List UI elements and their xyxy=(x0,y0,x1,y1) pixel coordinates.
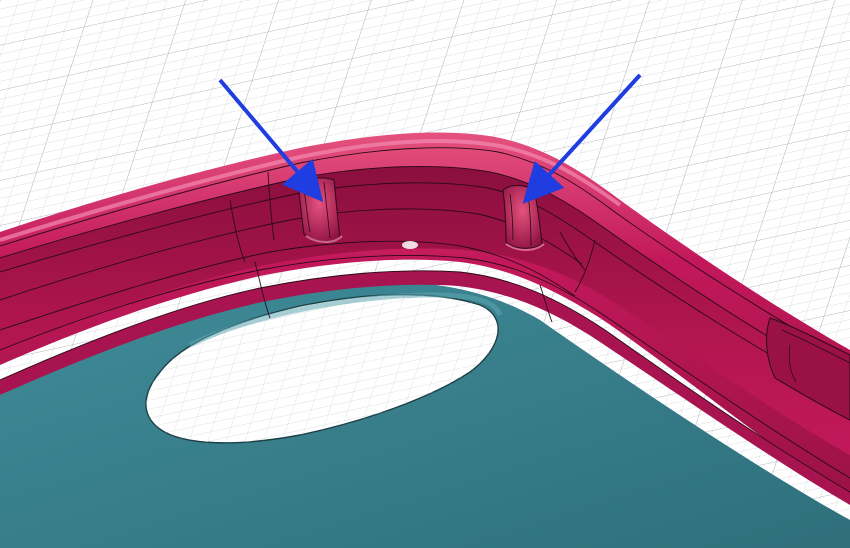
cad-viewport[interactable] xyxy=(0,0,850,548)
specular-highlight xyxy=(402,241,418,249)
3d-model-canvas[interactable] xyxy=(0,0,850,548)
